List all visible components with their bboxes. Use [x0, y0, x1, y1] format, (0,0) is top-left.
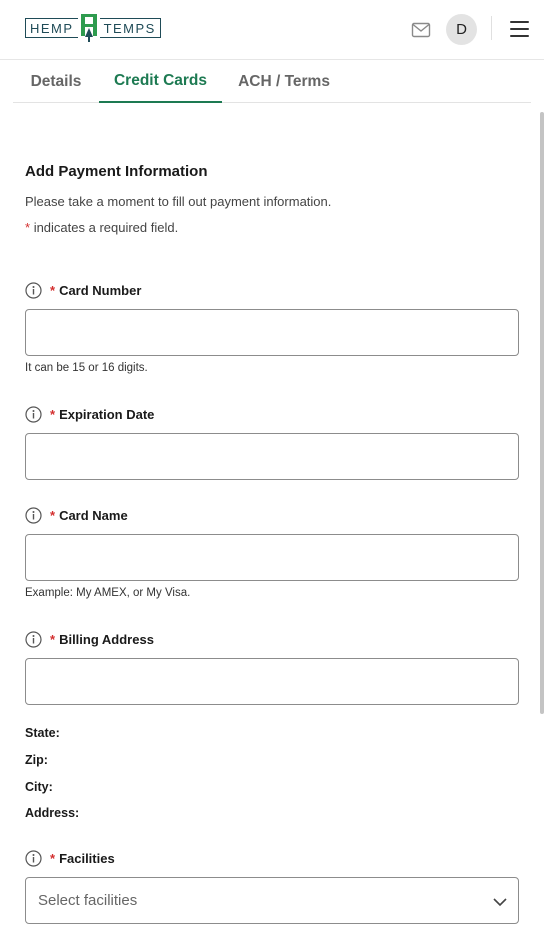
- city-label: City:: [25, 780, 53, 794]
- expiration-date-label: * Expiration Date: [25, 405, 154, 423]
- facilities-label-text: Facilities: [59, 850, 115, 866]
- card-number-label-text: Card Number: [59, 282, 142, 298]
- zip-label: Zip:: [25, 753, 48, 767]
- tab-ach-terms[interactable]: ACH / Terms: [222, 60, 346, 103]
- hemp-temps-logo[interactable]: HEMP TEMPS: [25, 13, 161, 43]
- hamburger-menu-icon[interactable]: [510, 21, 529, 37]
- logo-word-temps: TEMPS: [99, 18, 161, 38]
- billing-address-label-text: Billing Address: [59, 631, 154, 647]
- info-icon[interactable]: [25, 630, 42, 648]
- state-label: State:: [25, 726, 60, 740]
- mail-icon[interactable]: [411, 21, 431, 39]
- scrollbar[interactable]: [540, 112, 544, 714]
- facilities-placeholder: Select facilities: [38, 892, 138, 909]
- required-star: *: [50, 850, 56, 866]
- expiration-date-label-text: Expiration Date: [59, 406, 155, 422]
- billing-address-label: * Billing Address: [25, 630, 154, 648]
- card-name-label-text: Card Name: [59, 507, 128, 523]
- tab-bar: Details Credit Cards ACH / Terms: [13, 60, 531, 103]
- facilities-label: * Facilities: [25, 849, 115, 867]
- required-star: *: [50, 282, 56, 298]
- logo-mark-icon: [80, 14, 97, 42]
- info-icon[interactable]: [25, 281, 42, 299]
- info-icon[interactable]: [25, 506, 42, 524]
- header-divider: [491, 16, 492, 40]
- card-name-hint: Example: My AMEX, or My Visa.: [25, 587, 191, 599]
- card-number-input[interactable]: [25, 309, 519, 356]
- required-star: *: [50, 406, 56, 422]
- app-header: HEMP TEMPS D: [0, 0, 544, 60]
- required-star: *: [25, 220, 31, 235]
- required-note: * indicates a required field.: [25, 220, 178, 235]
- billing-address-input[interactable]: [25, 658, 519, 705]
- card-number-label: * Card Number: [25, 281, 141, 299]
- chevron-down-icon: [493, 898, 507, 907]
- tab-details[interactable]: Details: [13, 60, 99, 103]
- logo-word-hemp: HEMP: [25, 18, 78, 38]
- required-star: *: [50, 631, 56, 647]
- info-icon[interactable]: [25, 405, 42, 423]
- card-number-hint: It can be 15 or 16 digits.: [25, 362, 148, 374]
- card-name-input[interactable]: [25, 534, 519, 581]
- form-subtitle: Please take a moment to fill out payment…: [25, 194, 332, 209]
- address-label: Address:: [25, 806, 80, 820]
- required-note-text: indicates a required field.: [33, 220, 179, 235]
- expiration-date-input[interactable]: [25, 433, 519, 480]
- facilities-select[interactable]: Select facilities: [25, 877, 519, 924]
- required-star: *: [50, 507, 56, 523]
- form-title: Add Payment Information: [25, 163, 208, 180]
- tab-credit-cards[interactable]: Credit Cards: [99, 60, 222, 103]
- user-avatar[interactable]: D: [446, 14, 477, 45]
- info-icon[interactable]: [25, 849, 42, 867]
- card-name-label: * Card Name: [25, 506, 128, 524]
